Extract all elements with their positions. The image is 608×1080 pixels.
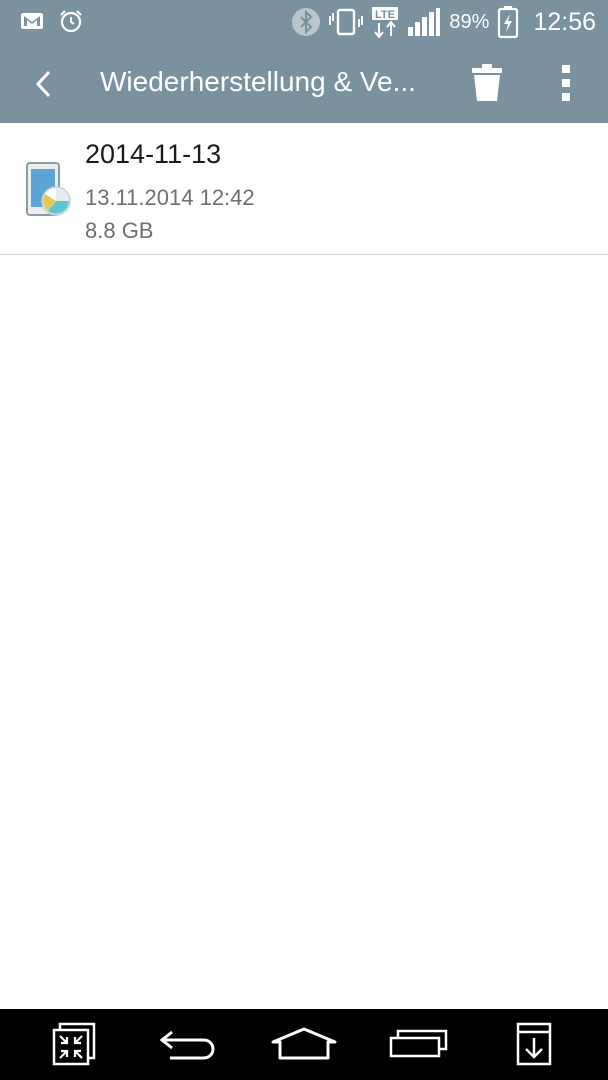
gmail-icon: [20, 11, 44, 31]
lte-icon: LTE: [371, 6, 399, 38]
bluetooth-icon: [291, 7, 321, 37]
alarm-icon: [58, 8, 84, 34]
backup-list: 2014-11-13 13.11.2014 12:42 8.8 GB: [0, 123, 608, 255]
home-icon: [270, 1026, 338, 1062]
backup-list-item[interactable]: 2014-11-13 13.11.2014 12:42 8.8 GB: [0, 123, 608, 255]
status-left-icons: [20, 8, 84, 34]
backup-name: 2014-11-13: [85, 139, 222, 169]
status-bar: LTE 89% 12:56: [0, 0, 608, 44]
delete-button[interactable]: [464, 60, 510, 106]
dual-window-icon: [52, 1022, 96, 1066]
dual-window-button[interactable]: [50, 1021, 98, 1067]
signal-icon: [407, 7, 441, 37]
vibrate-icon: [329, 7, 364, 37]
back-chevron-icon: [34, 69, 54, 99]
battery-percentage: 89%: [449, 10, 490, 33]
status-right-icons: LTE 89% 12:56: [291, 4, 596, 40]
capture-plus-button[interactable]: [512, 1021, 556, 1067]
battery-charging-icon: [497, 5, 519, 39]
app-bar: Wiederherstellung & Ve...: [0, 44, 608, 123]
capture-plus-icon: [514, 1022, 554, 1066]
lte-label: LTE: [375, 9, 395, 21]
backup-size: 8.8 GB: [85, 218, 154, 243]
back-button[interactable]: [22, 62, 66, 106]
recents-icon: [388, 1028, 450, 1060]
recents-button[interactable]: [388, 1021, 450, 1067]
home-button[interactable]: [270, 1021, 338, 1067]
phone-backup-icon: [24, 161, 74, 221]
status-clock: 12:56: [533, 7, 596, 36]
backup-date: 13.11.2014 12:42: [85, 185, 255, 210]
navigation-bar: [0, 1009, 608, 1080]
page-title: Wiederherstellung & Ve...: [100, 66, 416, 97]
nav-back-button[interactable]: [158, 1021, 220, 1067]
overflow-menu-button[interactable]: [548, 60, 584, 106]
trash-icon: [471, 63, 503, 103]
overflow-menu-icon: [561, 63, 571, 103]
back-icon: [158, 1026, 220, 1062]
